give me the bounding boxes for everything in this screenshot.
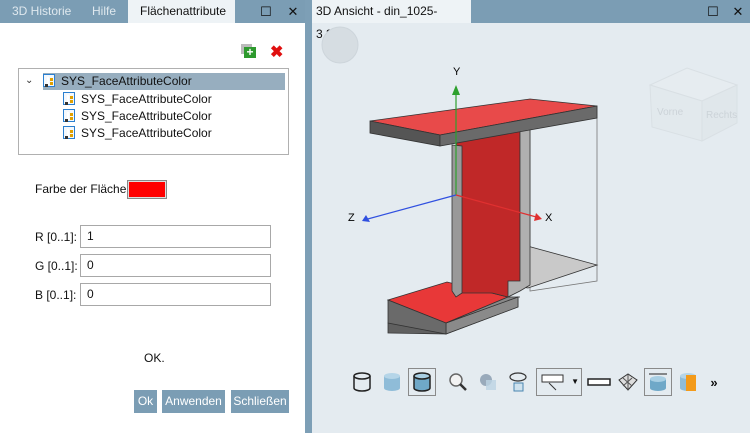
view-cube-right: Rechts <box>706 110 737 121</box>
left-tab-bar: 3D Historie Hilfe Flächenattribute ☐ ✕ <box>0 0 305 23</box>
measure-select-dropdown[interactable]: ▼ <box>536 368 582 396</box>
ok-button[interactable]: Ok <box>134 390 157 413</box>
attribute-icon <box>43 74 55 87</box>
b-label: B [0..1]: <box>35 288 77 302</box>
mesh-icon[interactable] <box>614 368 642 396</box>
tree-item[interactable]: SYS_FaceAttributeColor <box>63 125 212 142</box>
view-cube-front: Vorne <box>657 107 684 118</box>
shaded-icon[interactable] <box>378 368 406 396</box>
more-tools-button[interactable]: » <box>700 368 728 396</box>
tree-item-label: SYS_FaceAttributeColor <box>81 92 212 106</box>
status-text: OK. <box>144 351 165 365</box>
close-button[interactable]: Schließen <box>231 390 289 413</box>
attribute-tree: ⌄ SYS_FaceAttributeColor SYS_FaceAttribu… <box>18 68 289 155</box>
g-label: G [0..1]: <box>35 259 78 273</box>
apply-button[interactable]: Anwenden <box>162 390 225 413</box>
tab-3d-history[interactable]: 3D Historie <box>0 0 83 23</box>
add-attribute-icon[interactable]: + <box>241 44 256 58</box>
face-color-swatch[interactable] <box>127 180 167 199</box>
tree-item[interactable]: SYS_FaceAttributeColor <box>63 108 212 125</box>
ruler-icon[interactable] <box>585 368 613 396</box>
right-tab-bar: 3D Ansicht - din_1025-3.3db ☐ ✕ <box>312 0 750 41</box>
z-axis-label: Z <box>348 212 355 224</box>
3d-view-panel: 3D Ansicht - din_1025-3.3db ☐ ✕ Vorne Re… <box>312 0 750 433</box>
close-icon[interactable]: ✕ <box>729 3 747 20</box>
tree-item[interactable]: SYS_FaceAttributeColor <box>63 91 212 108</box>
shaded-edges-icon[interactable] <box>408 368 436 396</box>
face-attributes-panel: 3D Historie Hilfe Flächenattribute ☐ ✕ +… <box>0 0 305 433</box>
maximize-icon[interactable]: ☐ <box>257 3 275 20</box>
r-input[interactable]: 1 <box>80 225 271 248</box>
chevron-down-icon: ▼ <box>571 377 579 386</box>
delete-icon[interactable]: ✖ <box>270 42 283 62</box>
attribute-icon <box>63 126 75 139</box>
navigation-wheel-icon[interactable] <box>321 26 359 64</box>
chevron-down-icon[interactable]: ⌄ <box>25 72 33 89</box>
b-input[interactable]: 0 <box>80 283 271 306</box>
tree-item-root[interactable]: SYS_FaceAttributeColor <box>43 73 285 90</box>
transparency-icon[interactable] <box>474 368 502 396</box>
i-beam-model[interactable] <box>369 98 599 335</box>
wireframe-icon[interactable] <box>348 368 376 396</box>
tree-item-label: SYS_FaceAttributeColor <box>61 74 192 88</box>
section-view-icon[interactable] <box>674 368 702 396</box>
tree-item-label: SYS_FaceAttributeColor <box>81 109 212 123</box>
tree-item-label: SYS_FaceAttributeColor <box>81 126 212 140</box>
x-axis-label: X <box>545 212 553 224</box>
rotate-animation-icon[interactable] <box>504 368 532 396</box>
y-axis-label: Y <box>453 66 461 78</box>
attribute-icon <box>63 92 75 105</box>
zoom-fit-icon[interactable] <box>444 368 472 396</box>
tab-help[interactable]: Hilfe <box>80 0 128 23</box>
maximize-icon[interactable]: ☐ <box>704 3 722 20</box>
g-input[interactable]: 0 <box>80 254 271 277</box>
tab-3d-view[interactable]: 3D Ansicht - din_1025-3.3db <box>312 0 471 41</box>
dimension-view-icon[interactable] <box>644 368 672 396</box>
tab-face-attributes[interactable]: Flächenattribute <box>128 0 235 23</box>
attribute-icon <box>63 109 75 122</box>
r-label: R [0..1]: <box>35 230 78 244</box>
face-color-label: Farbe der Fläche: <box>35 182 130 196</box>
close-icon[interactable]: ✕ <box>284 3 302 20</box>
view-cube[interactable]: Vorne Rechts <box>648 67 739 142</box>
